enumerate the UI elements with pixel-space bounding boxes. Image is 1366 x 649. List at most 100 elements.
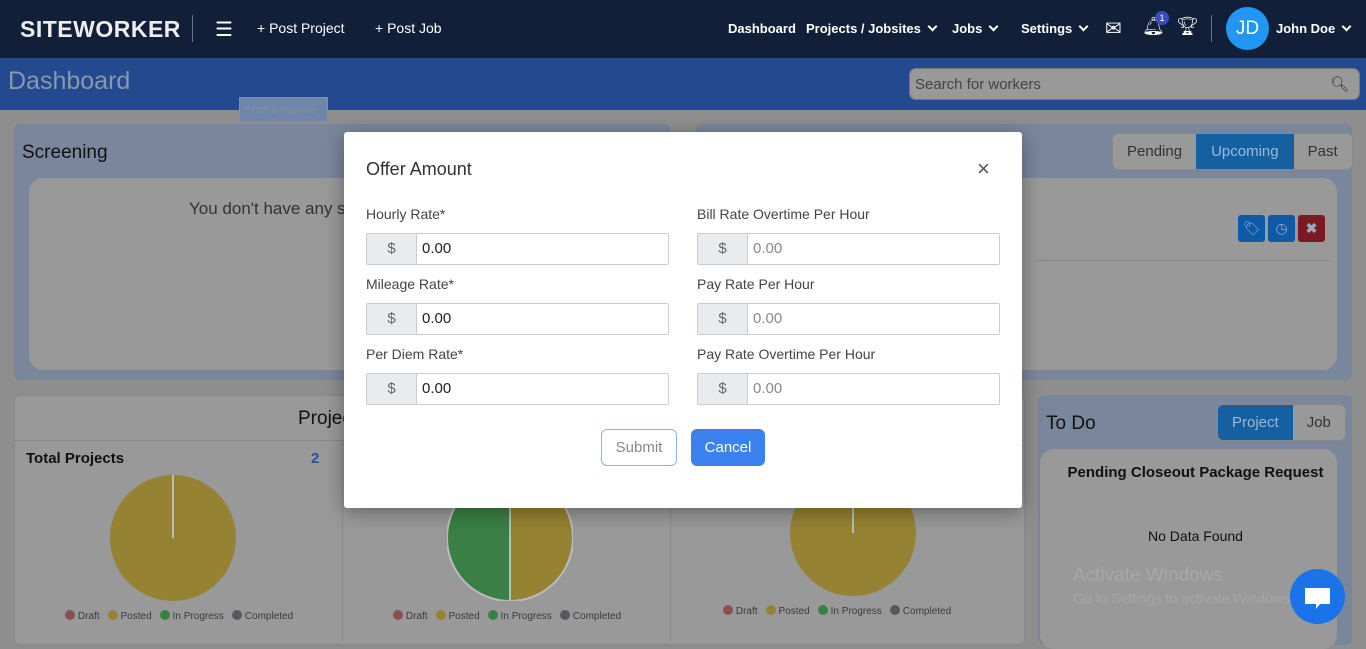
field-label: Pay Rate Per Hour <box>697 276 815 292</box>
search-input[interactable]: Search for workers 🔍︎ <box>909 68 1360 100</box>
todo-section-title: Pending Closeout Package Request <box>1067 464 1324 481</box>
legend-swatch <box>817 605 828 615</box>
submit-button[interactable]: Submit <box>601 429 677 466</box>
divider <box>1035 260 1330 261</box>
clock-icon[interactable]: ◷ <box>1268 215 1295 242</box>
chevron-down-icon <box>1078 21 1089 32</box>
nav-jobs[interactable]: Jobs <box>952 21 999 36</box>
currency-prefix: $ <box>367 374 417 404</box>
currency-prefix: $ <box>367 234 417 264</box>
total-projects-label: Total Projects <box>26 450 125 467</box>
total-projects-value: 2 <box>311 450 320 467</box>
legend-item[interactable]: Posted <box>435 610 480 622</box>
nav-settings[interactable]: Settings <box>1021 21 1089 36</box>
legend-swatch <box>435 610 446 620</box>
offer-amount-modal: Offer Amount × Hourly Rate* $ 0.00 Mileag… <box>344 132 1022 508</box>
todo-title: To Do <box>1046 413 1096 434</box>
legend-label: In Progress <box>830 606 882 617</box>
legend-swatch <box>64 610 75 620</box>
search-icon[interactable]: 🔍︎ <box>1330 75 1349 93</box>
rate-input[interactable]: 0.00 <box>417 374 668 404</box>
currency-prefix: $ <box>367 304 417 334</box>
trophy-icon[interactable]: 🏆︎ <box>1176 16 1199 37</box>
legend-item[interactable]: Draft <box>64 610 100 622</box>
tab-past[interactable]: Past <box>1294 134 1352 169</box>
currency-prefix: $ <box>698 304 748 334</box>
windows-watermark-text: Go to Settings to activate Windows. <box>1073 590 1294 606</box>
legend-item[interactable]: Completed <box>889 605 952 617</box>
legend-swatch <box>889 605 900 615</box>
post-project-link[interactable]: + Post Project <box>257 20 345 36</box>
legend-label: Draft <box>735 606 758 617</box>
avatar[interactable]: JD <box>1226 7 1269 50</box>
legend-label: Posted <box>448 611 480 622</box>
legend-item[interactable]: Posted <box>765 605 810 617</box>
chevron-down-icon <box>927 21 938 32</box>
chart-legend: Draft Posted In Progress Completed <box>672 605 1002 617</box>
legend-swatch <box>559 610 570 620</box>
legend-item[interactable]: Completed <box>559 610 622 622</box>
hamburger-menu-icon[interactable]: ☰ <box>215 17 233 42</box>
nav-projects[interactable]: Projects / Jobsites <box>806 21 938 36</box>
legend-swatch <box>107 610 118 620</box>
rate-input-group: $ 0.00 <box>366 303 669 335</box>
currency-prefix: $ <box>698 234 748 264</box>
legend-label: Completed <box>572 611 622 622</box>
screening-empty-text: You don't have any s <box>189 199 346 218</box>
rate-input[interactable]: 0.00 <box>417 234 668 264</box>
legend-item[interactable]: In Progress <box>487 610 552 622</box>
notification-badge: 1 <box>1155 11 1169 25</box>
legend-item[interactable]: In Progress <box>817 605 882 617</box>
rate-input[interactable]: 0.00 <box>748 374 999 404</box>
rate-input[interactable]: 0.00 <box>417 304 668 334</box>
legend-label: Completed <box>244 611 294 622</box>
nav-dashboard[interactable]: Dashboard <box>728 21 796 36</box>
mail-icon[interactable]: ✉ <box>1105 16 1122 41</box>
field-label: Hourly Rate* <box>366 206 446 222</box>
modal-title: Offer Amount <box>366 159 472 179</box>
currency-prefix: $ <box>698 374 748 404</box>
tab-job[interactable]: Job <box>1293 405 1345 440</box>
post-job-link[interactable]: + Post Job <box>375 20 442 36</box>
chevron-down-icon <box>988 21 999 32</box>
rate-input-group: $ 0.00 <box>366 233 669 265</box>
chat-bubble-icon <box>1305 588 1330 609</box>
divider <box>192 15 193 42</box>
chat-button[interactable] <box>1290 569 1345 624</box>
legend-item[interactable]: Draft <box>722 605 758 617</box>
capture-tooltip: Start a capture <box>239 97 328 122</box>
user-menu[interactable]: John Doe <box>1276 21 1352 36</box>
legend-swatch <box>722 605 733 615</box>
close-icon[interactable]: × <box>977 156 990 182</box>
rate-input[interactable]: 0.00 <box>748 304 999 334</box>
windows-watermark-title: Activate Windows <box>1073 565 1223 586</box>
legend-label: In Progress <box>172 611 224 622</box>
cancel-button[interactable]: Cancel <box>691 429 765 466</box>
rate-input[interactable]: 0.00 <box>748 234 999 264</box>
user-name: John Doe <box>1276 21 1336 36</box>
legend-swatch <box>487 610 498 620</box>
field-label: Pay Rate Overtime Per Hour <box>697 346 876 362</box>
legend-swatch <box>159 610 170 620</box>
tab-upcoming[interactable]: Upcoming <box>1196 134 1294 169</box>
legend-item[interactable]: Completed <box>231 610 294 622</box>
legend-item[interactable]: In Progress <box>159 610 224 622</box>
siteworker-logo[interactable]: SITEWORKER <box>20 16 181 43</box>
chart-legend: Draft Posted In Progress Completed <box>342 610 672 622</box>
close-icon[interactable]: ✖ <box>1298 215 1325 242</box>
rate-input-group: $ 0.00 <box>697 233 1000 265</box>
schedule-tabs: Pending Upcoming Past <box>1112 133 1353 170</box>
field-label: Mileage Rate* <box>366 276 454 292</box>
legend-swatch <box>231 610 242 620</box>
legend-item[interactable]: Draft <box>392 610 428 622</box>
tab-pending[interactable]: Pending <box>1113 134 1196 169</box>
divider <box>1211 15 1212 42</box>
legend-label: Completed <box>902 606 952 617</box>
legend-item[interactable]: Posted <box>107 610 152 622</box>
top-navbar: SITEWORKER ☰ + Post Project + Post Job D… <box>0 0 1366 58</box>
rate-input-group: $ 0.00 <box>366 373 669 405</box>
rate-input-group: $ 0.00 <box>697 373 1000 405</box>
tag-icon[interactable]: 🏷︎ <box>1238 215 1265 242</box>
field-label: Per Diem Rate* <box>366 346 464 362</box>
tab-project[interactable]: Project <box>1218 405 1293 440</box>
